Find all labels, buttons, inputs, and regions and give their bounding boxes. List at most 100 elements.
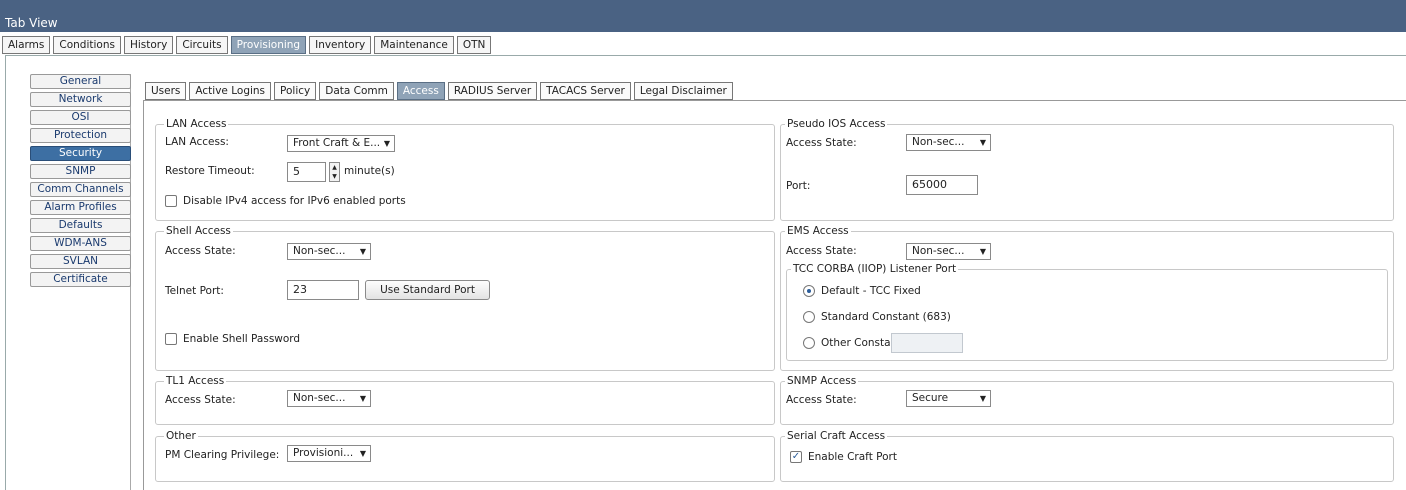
- pm-clearing-privilege-dropdown[interactable]: Provisioni... ▼: [287, 445, 371, 462]
- telnet-port-input[interactable]: 23: [287, 280, 359, 300]
- checkmark-icon: ✓: [791, 451, 801, 462]
- tab-provisioning[interactable]: Provisioning: [230, 36, 307, 54]
- chevron-down-icon: ▼: [359, 449, 366, 458]
- tcc-corba-listener-group: TCC CORBA (IIOP) Listener Port Default -…: [786, 263, 1388, 361]
- snmp-access-state-value: Secure: [912, 392, 949, 404]
- ems-access-title: EMS Access: [785, 225, 851, 237]
- tab-history[interactable]: History: [123, 36, 174, 54]
- side-nav-protection[interactable]: Protection: [30, 128, 131, 143]
- enable-shell-password-label: Enable Shell Password: [183, 333, 301, 345]
- window-title-bar: Tab View: [0, 0, 1406, 32]
- disable-ipv4-label: Disable IPv4 access for IPv6 enabled por…: [183, 195, 406, 207]
- other-constant-input[interactable]: [891, 333, 963, 353]
- serial-craft-access-title: Serial Craft Access: [785, 430, 888, 442]
- shell-access-state-value: Non-sec...: [293, 245, 346, 257]
- other-title: Other: [164, 430, 198, 442]
- shell-access-state-label: Access State:: [165, 245, 236, 257]
- snmp-access-state-dropdown[interactable]: Secure ▼: [906, 390, 991, 407]
- side-nav: General Network OSI Protection Security …: [30, 74, 131, 490]
- pseudo-ios-state-value: Non-sec...: [912, 136, 965, 148]
- tab-access[interactable]: Access: [396, 82, 445, 100]
- tl1-access-state-label: Access State:: [165, 394, 236, 406]
- side-nav-wdm-ans[interactable]: WDM-ANS: [30, 236, 131, 251]
- ems-access-state-value: Non-sec...: [912, 245, 965, 257]
- tab-radius-server[interactable]: RADIUS Server: [447, 82, 538, 100]
- shell-access-group: Shell Access Access State: Non-sec... ▼ T…: [155, 225, 775, 371]
- restore-timeout-spinner[interactable]: ▲ ▼: [329, 162, 340, 182]
- side-nav-comm-channels[interactable]: Comm Channels: [30, 182, 131, 197]
- standard-constant-label: Standard Constant (683): [821, 311, 951, 323]
- pseudo-ios-access-title: Pseudo IOS Access: [785, 118, 888, 130]
- tab-active-logins[interactable]: Active Logins: [189, 82, 272, 100]
- tcc-corba-listener-title: TCC CORBA (IIOP) Listener Port: [791, 263, 959, 275]
- lan-access-dropdown[interactable]: Front Craft & E... ▼: [287, 135, 395, 152]
- standard-constant-radio[interactable]: [803, 311, 815, 323]
- tab-policy[interactable]: Policy: [274, 82, 317, 100]
- default-tcc-fixed-label: Default - TCC Fixed: [821, 285, 921, 297]
- pm-clearing-privilege-label: PM Clearing Privilege:: [165, 449, 280, 461]
- lan-access-title: LAN Access: [164, 118, 229, 130]
- restore-timeout-input[interactable]: 5: [287, 162, 326, 182]
- serial-craft-access-group: Serial Craft Access ✓ Enable Craft Port: [780, 430, 1394, 482]
- chevron-down-icon: ▼: [359, 394, 366, 403]
- tab-data-comm[interactable]: Data Comm: [319, 82, 394, 100]
- chevron-down-icon: ▼: [979, 247, 986, 256]
- tab-tacacs-server[interactable]: TACACS Server: [540, 82, 631, 100]
- telnet-port-label: Telnet Port:: [165, 285, 224, 297]
- tl1-access-title: TL1 Access: [164, 375, 227, 387]
- window-title: Tab View: [5, 16, 58, 30]
- ems-access-state-label: Access State:: [786, 245, 857, 257]
- tab-conditions[interactable]: Conditions: [53, 36, 121, 54]
- other-group: Other PM Clearing Privilege: Provisioni.…: [155, 430, 775, 482]
- lan-access-value: Front Craft & E...: [293, 137, 381, 149]
- side-nav-general[interactable]: General: [30, 74, 131, 89]
- side-nav-network[interactable]: Network: [30, 92, 131, 107]
- pseudo-ios-access-group: Pseudo IOS Access Access State: Non-sec.…: [780, 118, 1394, 221]
- pseudo-ios-port-label: Port:: [786, 180, 811, 192]
- lan-access-group: LAN Access LAN Access: Front Craft & E..…: [155, 118, 775, 221]
- enable-shell-password-checkbox[interactable]: [165, 333, 177, 345]
- restore-timeout-unit: minute(s): [344, 165, 395, 177]
- enable-craft-port-label: Enable Craft Port: [808, 451, 897, 463]
- tl1-access-state-value: Non-sec...: [293, 392, 346, 404]
- ems-access-state-dropdown[interactable]: Non-sec... ▼: [906, 243, 991, 260]
- tab-otn[interactable]: OTN: [456, 36, 492, 54]
- shell-access-state-dropdown[interactable]: Non-sec... ▼: [287, 243, 371, 260]
- tl1-access-state-dropdown[interactable]: Non-sec... ▼: [287, 390, 371, 407]
- chevron-down-icon: ▼: [359, 247, 366, 256]
- chevron-down-icon: ▼: [979, 394, 986, 403]
- security-sub-tab-bar: Users Active Logins Policy Data Comm Acc…: [145, 82, 736, 100]
- tab-inventory[interactable]: Inventory: [309, 36, 372, 54]
- restore-timeout-label: Restore Timeout:: [165, 165, 255, 177]
- pseudo-ios-state-label: Access State:: [786, 137, 857, 149]
- disable-ipv4-checkbox[interactable]: [165, 195, 177, 207]
- snmp-access-group: SNMP Access Access State: Secure ▼: [780, 375, 1394, 425]
- tab-maintenance[interactable]: Maintenance: [374, 36, 454, 54]
- tab-circuits[interactable]: Circuits: [176, 36, 228, 54]
- snmp-access-state-label: Access State:: [786, 394, 857, 406]
- side-nav-osi[interactable]: OSI: [30, 110, 131, 125]
- side-nav-security[interactable]: Security: [30, 146, 131, 161]
- ems-access-group: EMS Access Access State: Non-sec... ▼ TCC…: [780, 225, 1394, 371]
- tab-legal-disclaimer[interactable]: Legal Disclaimer: [633, 82, 733, 100]
- default-tcc-fixed-radio[interactable]: [803, 285, 815, 297]
- chevron-down-icon: ▼: [979, 138, 986, 147]
- tl1-access-group: TL1 Access Access State: Non-sec... ▼: [155, 375, 775, 425]
- pseudo-ios-state-dropdown[interactable]: Non-sec... ▼: [906, 134, 991, 151]
- chevron-down-icon: ▼: [383, 139, 390, 148]
- side-nav-certificate[interactable]: Certificate: [30, 272, 131, 287]
- tab-users[interactable]: Users: [145, 82, 187, 100]
- use-standard-port-button[interactable]: Use Standard Port: [365, 280, 490, 300]
- side-nav-svlan[interactable]: SVLAN: [30, 254, 131, 269]
- tab-alarms[interactable]: Alarms: [2, 36, 51, 54]
- pm-clearing-privilege-value: Provisioni...: [293, 447, 354, 459]
- lan-access-label: LAN Access:: [165, 136, 229, 148]
- side-nav-alarm-profiles[interactable]: Alarm Profiles: [30, 200, 131, 215]
- side-nav-defaults[interactable]: Defaults: [30, 218, 131, 233]
- shell-access-title: Shell Access: [164, 225, 233, 237]
- side-nav-snmp[interactable]: SNMP: [30, 164, 131, 179]
- pseudo-ios-port-input[interactable]: 65000: [906, 175, 978, 195]
- enable-craft-port-checkbox[interactable]: ✓: [790, 451, 802, 463]
- other-constant-radio[interactable]: [803, 337, 815, 349]
- snmp-access-title: SNMP Access: [785, 375, 859, 387]
